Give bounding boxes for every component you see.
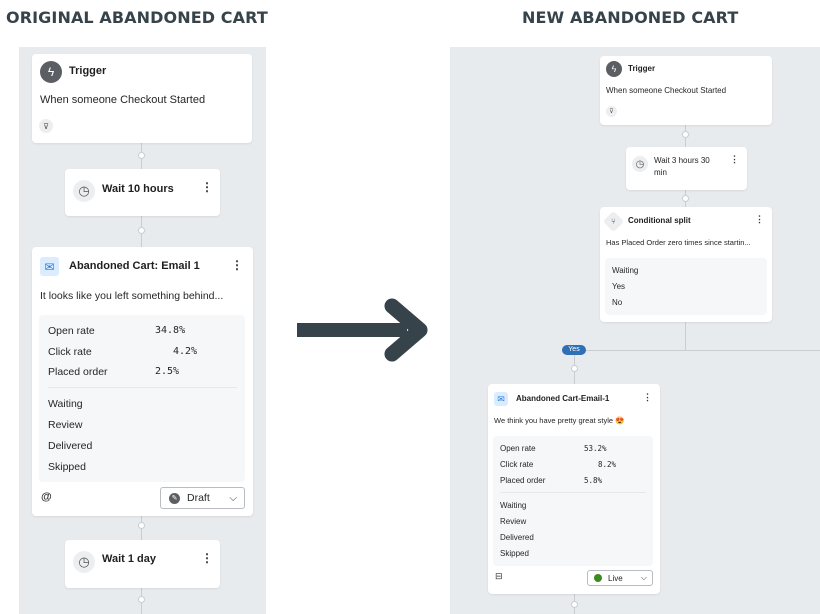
branch-yes-badge: Yes <box>562 345 586 355</box>
trigger-title: Trigger <box>69 65 107 77</box>
stat-value: 5.8% <box>584 476 603 485</box>
link-icon[interactable]: @ <box>41 491 52 503</box>
more-options-icon[interactable]: ⋮ <box>201 181 213 193</box>
email-icon: ✉ <box>40 257 59 276</box>
split-description: Has Placed Order zero times since starti… <box>606 238 751 247</box>
lightning-icon: ϟ <box>606 61 622 77</box>
email-stats: Open rate 34.8% Click rate 4.2% Placed o… <box>39 315 245 482</box>
live-icon <box>594 574 602 582</box>
trigger-description: When someone Checkout Started <box>606 86 727 95</box>
status-select[interactable]: Live ⌵ <box>587 570 653 586</box>
filter-icon[interactable]: ⊽ <box>606 106 617 117</box>
more-options-icon[interactable]: ⋮ <box>755 215 764 224</box>
clock-icon: ◷ <box>632 156 648 172</box>
status-label: Delivered <box>48 440 93 452</box>
branch-label: No <box>612 298 623 307</box>
stat-value: 8.2% <box>598 460 617 469</box>
email-title: Abandoned Cart-Email-1 <box>516 394 610 403</box>
stat-value: 4.2% <box>173 346 198 357</box>
status-select[interactable]: ✎ Draft ⌵ <box>160 487 245 509</box>
email-card[interactable]: ✉ Abandoned Cart: Email 1 ⋮ It looks lik… <box>32 247 253 516</box>
wait-card[interactable]: ◷ Wait 3 hours 30 min ⋮ <box>626 147 747 190</box>
arrow-right-icon <box>297 298 428 362</box>
email-title: Abandoned Cart: Email 1 <box>69 260 200 272</box>
original-flow-heading: ORIGINAL ABANDONED CART <box>6 8 268 27</box>
wait-label: Wait 1 day <box>102 553 156 565</box>
trigger-card[interactable]: ϟ Trigger When someone Checkout Started … <box>600 56 772 125</box>
wait-card[interactable]: ◷ Wait 1 day ⋮ <box>65 540 220 588</box>
more-options-icon[interactable]: ⋮ <box>730 155 739 164</box>
split-branches: Waiting Yes No <box>605 258 767 315</box>
status-label: Waiting <box>48 398 83 410</box>
status-select-value: Draft <box>187 492 210 504</box>
stat-label: Click rate <box>500 460 534 469</box>
email-stats: Open rate 53.2% Click rate 8.2% Placed o… <box>493 436 653 566</box>
filter-icon[interactable]: ⊽ <box>39 119 53 133</box>
wait-card[interactable]: ◷ Wait 10 hours ⋮ <box>65 169 220 216</box>
stat-value: 34.8% <box>155 325 186 336</box>
stat-label: Placed order <box>500 476 546 485</box>
trigger-card[interactable]: ϟ Trigger When someone Checkout Started … <box>32 54 252 143</box>
stat-label: Open rate <box>48 325 95 337</box>
status-label: Review <box>48 419 83 431</box>
status-select-value: Live <box>608 573 623 583</box>
lightning-icon: ϟ <box>40 61 62 83</box>
draft-icon: ✎ <box>169 492 180 504</box>
email-card[interactable]: ✉ Abandoned Cart-Email-1 ⋮ We think you … <box>488 384 660 594</box>
email-icon: ✉ <box>494 392 508 406</box>
clock-icon: ◷ <box>73 551 95 573</box>
original-flow-canvas: ϟ Trigger When someone Checkout Started … <box>19 47 266 614</box>
branch-label: Waiting <box>612 266 639 275</box>
message-icon[interactable]: ⊟ <box>495 571 503 582</box>
more-options-icon[interactable]: ⋮ <box>201 552 213 564</box>
more-options-icon[interactable]: ⋮ <box>643 393 652 402</box>
split-title: Conditional split <box>628 216 691 225</box>
new-flow-canvas: Yes ϟ Trigger When someone Checkout Star… <box>450 47 820 614</box>
status-label: Delivered <box>500 533 534 542</box>
email-preview: We think you have pretty great style 😍 <box>494 416 625 425</box>
stat-label: Click rate <box>48 346 92 358</box>
stat-value: 53.2% <box>584 444 607 453</box>
trigger-title: Trigger <box>628 64 656 73</box>
trigger-description: When someone Checkout Started <box>40 94 206 106</box>
status-label: Waiting <box>500 501 527 510</box>
new-flow-heading: NEW ABANDONED CART <box>522 8 739 27</box>
more-options-icon[interactable]: ⋮ <box>231 259 243 271</box>
status-label: Skipped <box>500 549 529 558</box>
wait-label: Wait 3 hours 30 min <box>654 156 710 177</box>
clock-icon: ◷ <box>73 180 95 202</box>
status-label: Skipped <box>48 461 86 473</box>
branch-label: Yes <box>612 282 626 291</box>
stat-value: 2.5% <box>155 366 180 377</box>
stat-label: Placed order <box>48 366 108 378</box>
email-preview: It looks like you left something behind.… <box>40 290 224 302</box>
stat-label: Open rate <box>500 444 536 453</box>
status-label: Review <box>500 517 527 526</box>
conditional-split-card[interactable]: ⑂ Conditional split ⋮ Has Placed Order z… <box>600 207 772 322</box>
chevron-down-icon: ⌵ <box>640 573 647 582</box>
chevron-down-icon: ⌵ <box>229 492 237 504</box>
split-icon: ⑂ <box>602 210 625 233</box>
wait-label: Wait 10 hours <box>102 183 174 195</box>
